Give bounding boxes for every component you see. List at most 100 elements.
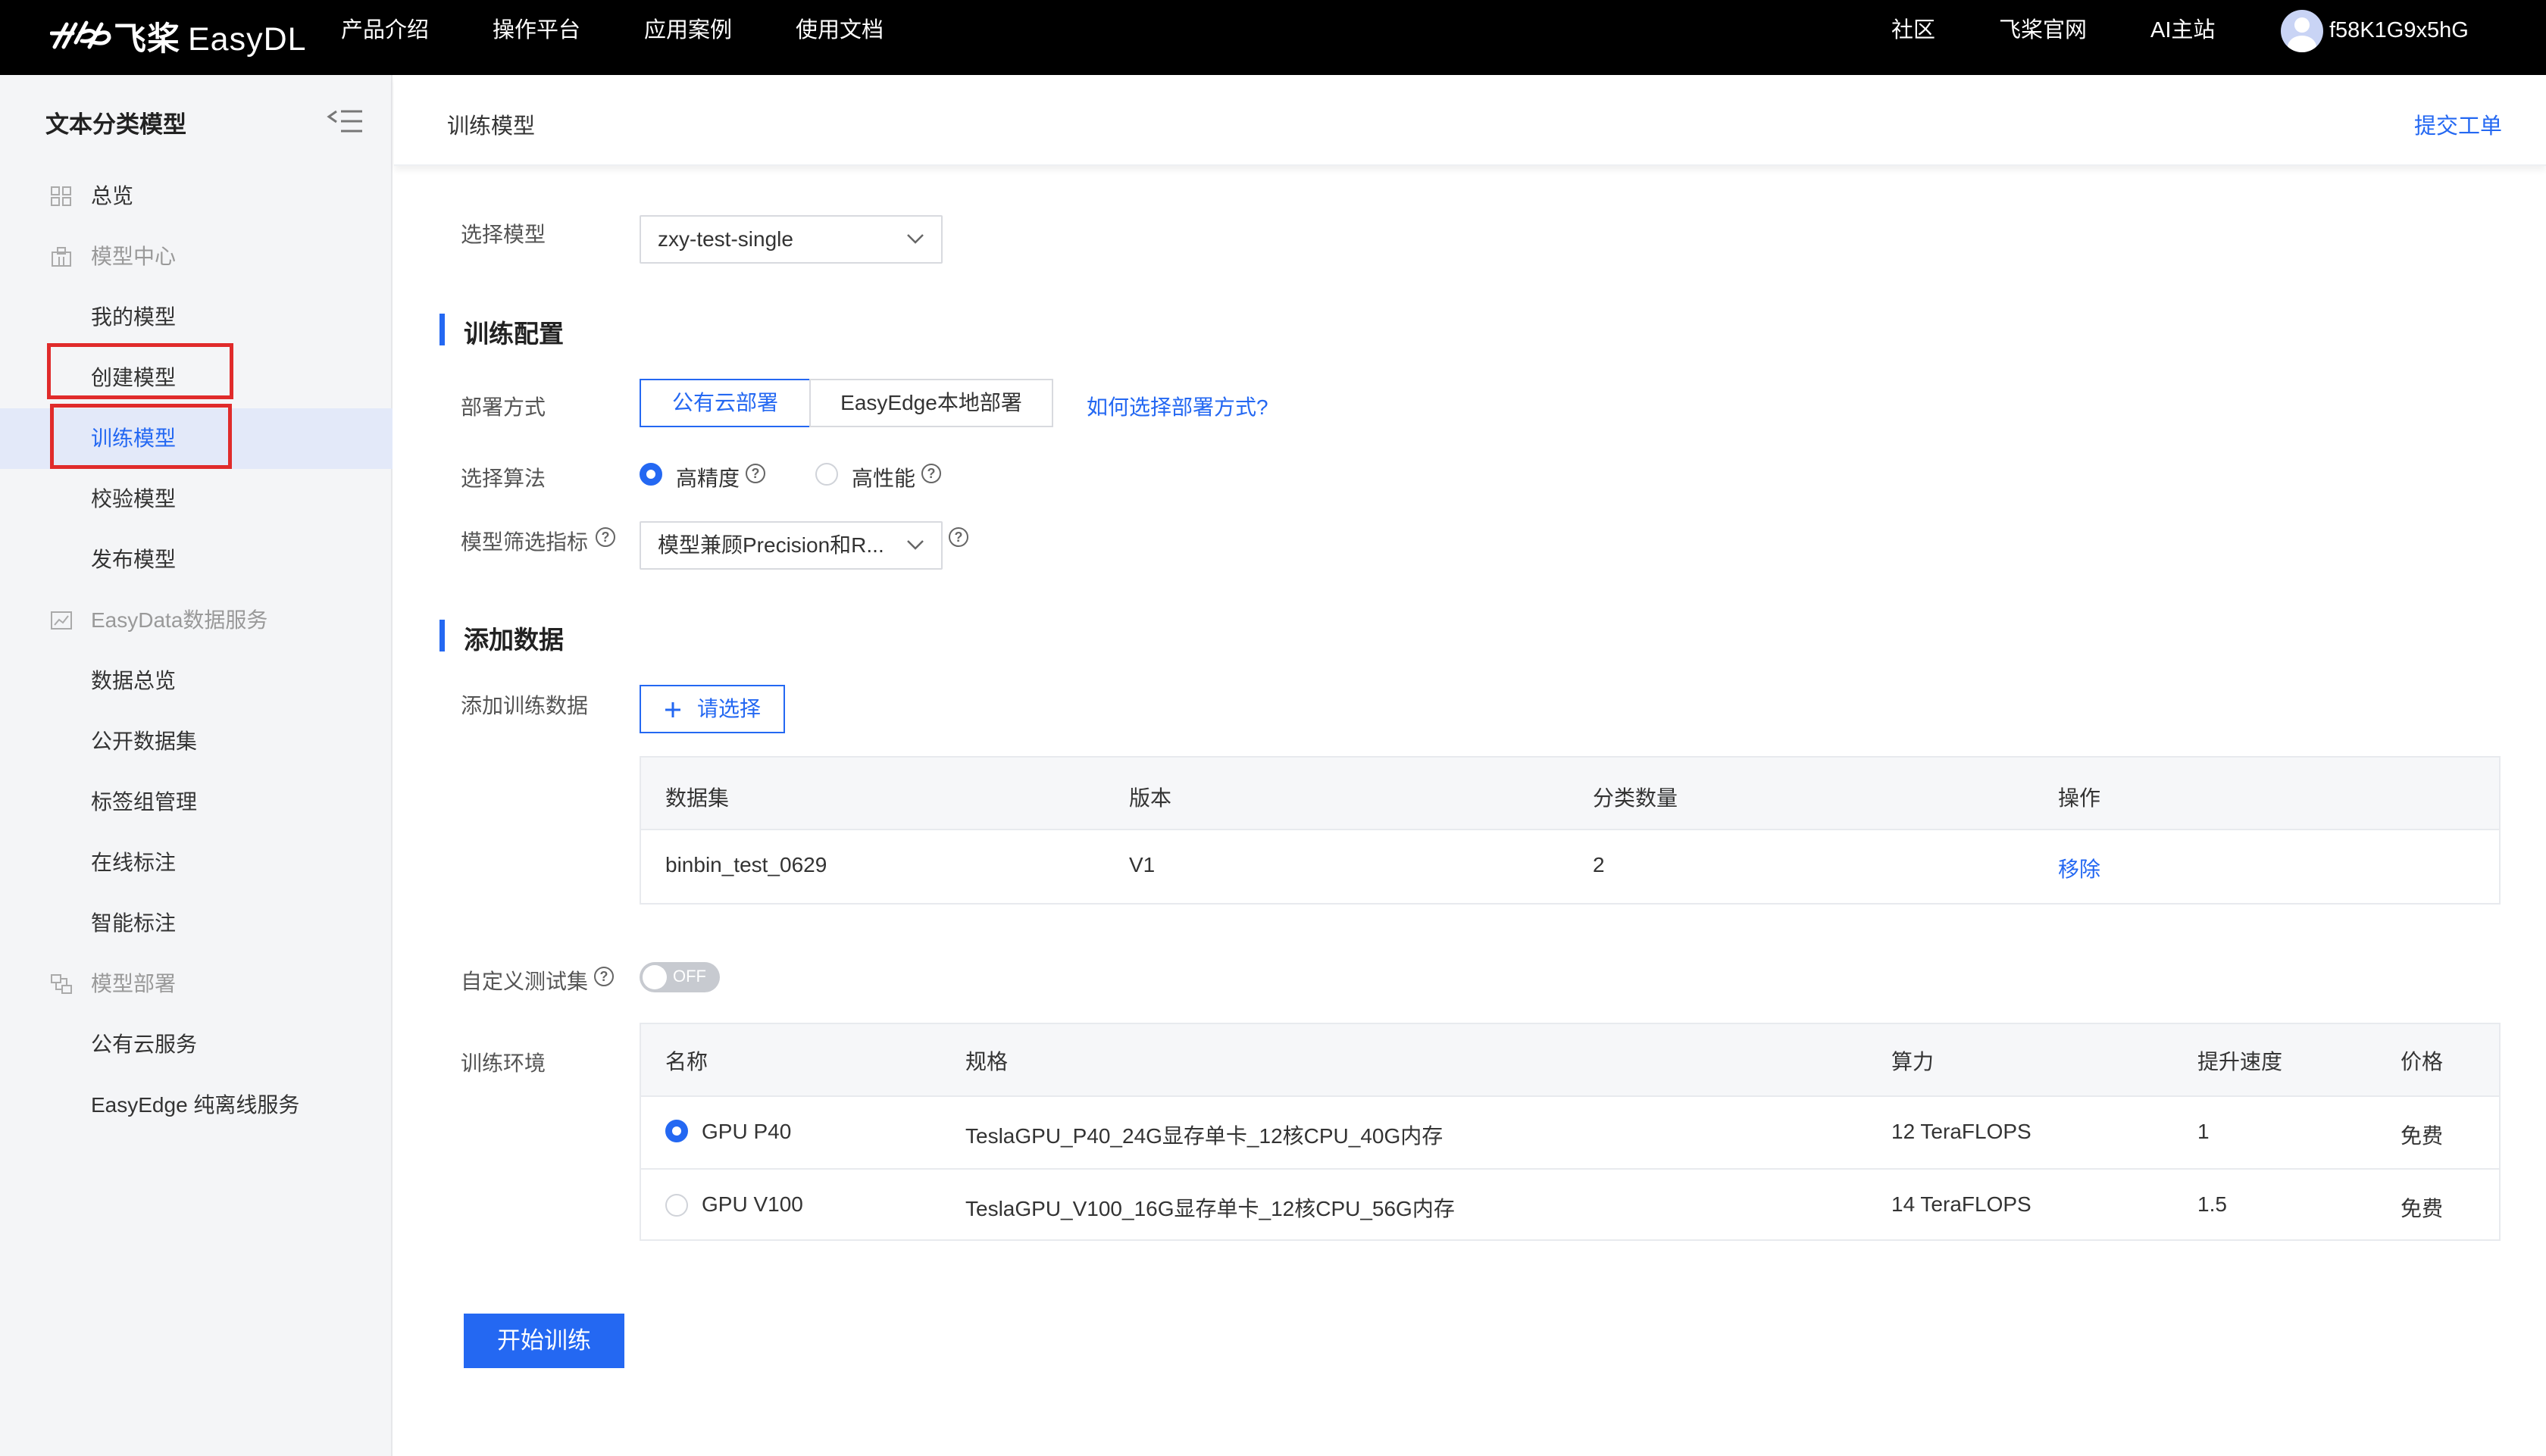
- sidebar-item-label: 我的模型: [91, 305, 177, 329]
- sidebar-item-online-labeling[interactable]: 在线标注: [0, 833, 393, 893]
- sidebar-group-label: 模型中心: [91, 245, 177, 268]
- dataset-version: V1: [1129, 853, 1156, 876]
- sidebar-item-label: 标签组管理: [91, 790, 198, 814]
- nav-paddle-site[interactable]: 飞桨官网: [1999, 0, 2087, 75]
- sidebar-title: 文本分类模型: [45, 111, 186, 138]
- sidebar-item-tag-groups[interactable]: 标签组管理: [0, 772, 393, 833]
- column-header-spec: 规格: [965, 1050, 1009, 1073]
- sidebar-item-public-cloud[interactable]: 公有云服务: [0, 1014, 393, 1075]
- select-model-label: 选择模型: [461, 223, 546, 246]
- deploy-help-link[interactable]: 如何选择部署方式?: [1087, 391, 1268, 421]
- submit-ticket-link[interactable]: 提交工单: [2414, 108, 2502, 140]
- custom-test-toggle[interactable]: OFF: [640, 962, 720, 992]
- env-speed: 1.5: [2197, 1192, 2227, 1216]
- column-header-action: 操作: [2058, 786, 2101, 810]
- breadcrumb: 训练模型: [447, 114, 536, 139]
- sidebar-item-label: 总览: [91, 184, 134, 208]
- collapse-menu-icon[interactable]: [326, 108, 364, 134]
- dataset-name: binbin_test_0629: [665, 853, 827, 876]
- env-radio-p40[interactable]: [665, 1120, 688, 1142]
- table-row: binbin_test_0629 V1 2 移除: [641, 829, 2499, 903]
- sidebar-item-easyedge[interactable]: EasyEdge 纯离线服务: [0, 1075, 393, 1136]
- sidebar-item-label: 公开数据集: [91, 730, 198, 753]
- nav-product-intro[interactable]: 产品介绍: [341, 0, 429, 75]
- username[interactable]: f58K1G9x5hG: [2329, 0, 2469, 75]
- deploy-option-easyedge[interactable]: EasyEdge本地部署: [809, 379, 1053, 427]
- grid-icon: [51, 186, 71, 206]
- sidebar-item-data-overview[interactable]: 数据总览: [0, 651, 393, 711]
- sidebar-group-label: 模型部署: [91, 972, 177, 995]
- sidebar-item-label: 发布模型: [91, 548, 177, 571]
- env-radio-v100[interactable]: [665, 1194, 688, 1217]
- env-name: GPU V100: [702, 1192, 803, 1216]
- sidebar-group-easydata[interactable]: EasyData数据服务: [0, 590, 393, 651]
- deploy-option-public-cloud[interactable]: 公有云部署: [640, 379, 811, 427]
- metric-select-value: 模型兼顾Precision和R...: [658, 533, 884, 557]
- env-spec: TeslaGPU_P40_24G显存单卡_12核CPU_40G内存: [965, 1124, 1443, 1148]
- algo-option-high-accuracy: 高精度: [676, 467, 740, 490]
- help-icon[interactable]: ?: [921, 464, 941, 483]
- sidebar-item-my-models[interactable]: 我的模型: [0, 287, 393, 348]
- nav-community[interactable]: 社区: [1891, 0, 1935, 75]
- help-icon[interactable]: ?: [746, 464, 765, 483]
- algo-radio-high-performance[interactable]: [815, 463, 838, 486]
- sidebar-item-label: 数据总览: [91, 669, 177, 692]
- sidebar-item-label: 在线标注: [91, 851, 177, 874]
- env-name: GPU P40: [702, 1120, 792, 1143]
- dataset-table: 数据集 版本 分类数量 操作 binbin_test_0629 V1 2 移除: [640, 756, 2501, 905]
- column-header-version: 版本: [1129, 786, 1172, 810]
- help-icon[interactable]: ?: [596, 527, 615, 547]
- nav-cases[interactable]: 应用案例: [644, 0, 732, 75]
- column-header-name: 名称: [665, 1050, 708, 1073]
- section-title-config: 训练配置: [439, 314, 564, 350]
- sidebar-item-overview[interactable]: 总览: [0, 166, 393, 227]
- algo-radio-high-accuracy[interactable]: [640, 463, 662, 486]
- sidebar-item-label: 智能标注: [91, 911, 177, 935]
- sidebar-group-model-center[interactable]: 模型中心: [0, 227, 393, 287]
- help-icon[interactable]: ?: [949, 527, 968, 547]
- column-header-speed: 提升速度: [2197, 1050, 2283, 1073]
- help-icon[interactable]: ?: [594, 967, 614, 986]
- select-data-button[interactable]: 请选择: [640, 685, 785, 733]
- sidebar-item-label: EasyEdge 纯离线服务: [91, 1093, 300, 1117]
- paddle-logo-icon: [50, 20, 111, 49]
- env-spec: TeslaGPU_V100_16G显存单卡_12核CPU_56G内存: [965, 1197, 1455, 1220]
- logo-text: 飞桨 EasyDL: [114, 13, 307, 60]
- sidebar-group-deploy[interactable]: 模型部署: [0, 954, 393, 1014]
- algorithm-label: 选择算法: [461, 467, 546, 490]
- chart-icon: [51, 611, 72, 630]
- plus-icon: [665, 702, 680, 717]
- nav-ai-site[interactable]: AI主站: [2150, 0, 2215, 75]
- select-data-button-label: 请选择: [697, 697, 762, 720]
- sidebar-group-label: EasyData数据服务: [91, 608, 268, 632]
- column-header-price: 价格: [2401, 1050, 2444, 1073]
- nav-docs[interactable]: 使用文档: [796, 0, 884, 75]
- remove-dataset-link[interactable]: 移除: [2058, 853, 2100, 883]
- logo-cn: 飞桨: [114, 21, 180, 58]
- metric-select[interactable]: 模型兼顾Precision和R...: [640, 521, 943, 570]
- table-header: 数据集 版本 分类数量 操作: [641, 758, 2499, 829]
- start-training-button[interactable]: 开始训练: [464, 1314, 624, 1368]
- env-price: 免费: [2401, 1124, 2444, 1148]
- table-header: 名称 规格 算力 提升速度 价格: [641, 1024, 2499, 1095]
- table-row[interactable]: GPU P40 TeslaGPU_P40_24G显存单卡_12核CPU_40G内…: [641, 1095, 2499, 1168]
- sidebar-item-public-datasets[interactable]: 公开数据集: [0, 711, 393, 772]
- sidebar-item-validate-model[interactable]: 校验模型: [0, 469, 393, 530]
- env-speed: 1: [2197, 1120, 2210, 1143]
- nav-platform[interactable]: 操作平台: [493, 0, 580, 75]
- model-select[interactable]: zxy-test-single: [640, 215, 943, 264]
- toggle-knob: [643, 965, 667, 989]
- sidebar-item-publish-model[interactable]: 发布模型: [0, 530, 393, 590]
- custom-test-label: 自定义测试集: [461, 970, 589, 993]
- algo-option-high-performance: 高性能: [852, 467, 916, 490]
- environment-table: 名称 规格 算力 提升速度 价格 GPU P40 TeslaGPU_P40_24…: [640, 1023, 2501, 1241]
- sidebar-item-smart-labeling[interactable]: 智能标注: [0, 893, 393, 954]
- env-price: 免费: [2401, 1197, 2444, 1220]
- deploy-icon: [51, 974, 72, 994]
- avatar[interactable]: [2281, 10, 2323, 52]
- paddle-logo[interactable]: 飞桨 EasyDL: [50, 14, 307, 59]
- logo-en: EasyDL: [188, 21, 307, 58]
- environment-label: 训练环境: [461, 1051, 546, 1075]
- column-header-count: 分类数量: [1593, 786, 1678, 810]
- table-row[interactable]: GPU V100 TeslaGPU_V100_16G显存单卡_12核CPU_56…: [641, 1168, 2499, 1239]
